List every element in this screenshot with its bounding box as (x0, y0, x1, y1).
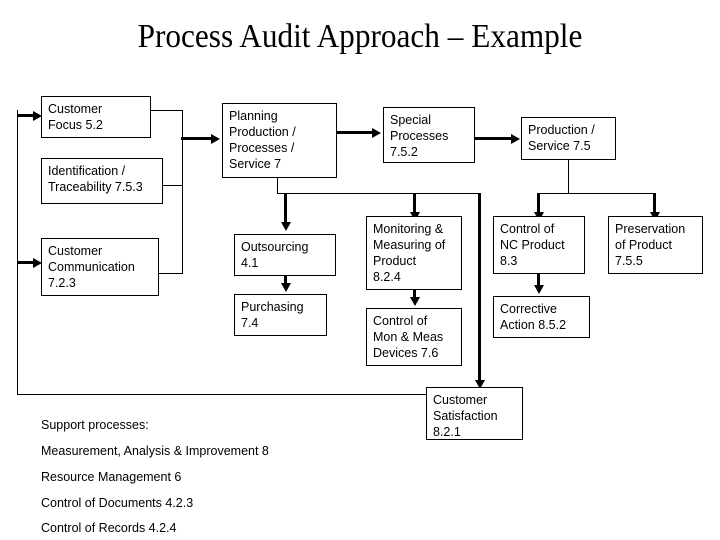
support-process-item-4: Control of Records 4.2.4 (41, 521, 177, 535)
arrow-planning-to-special-processes-line (337, 131, 373, 134)
box-identification-traceability[interactable]: Identification / Traceability 7.5.3 (41, 158, 163, 204)
box-outsourcing[interactable]: Outsourcing 4.1 (234, 234, 336, 276)
feedback-loop-vertical-line (17, 110, 18, 395)
arrow-to-outsourcing-line (284, 193, 287, 225)
box-customer-satisfaction[interactable]: Customer Satisfaction 8.2.1 (426, 387, 523, 440)
support-process-item-3: Control of Documents 4.2.3 (41, 496, 194, 510)
arrow-control-nc-to-corrective-head (534, 285, 544, 294)
slide-canvas: Process Audit Approach – Example Custome… (0, 0, 720, 540)
production-service-distribution-bar (537, 193, 654, 194)
arrow-left-column-to-planning-head (211, 134, 220, 144)
merge-line-from-customer-focus (151, 110, 183, 111)
support-process-item-2: Resource Management 6 (41, 470, 182, 484)
box-preservation-of-product[interactable]: Preservation of Product 7.5.5 (608, 216, 703, 274)
box-monitoring-measuring-product[interactable]: Monitoring & Measuring of Product 8.2.4 (366, 216, 462, 290)
arrow-monitoring-to-control-devices-head (410, 297, 420, 306)
arrow-planning-to-special-processes-head (372, 128, 381, 138)
merge-line-from-customer-communication (159, 273, 183, 274)
box-purchasing[interactable]: Purchasing 7.4 (234, 294, 327, 336)
arrow-left-column-to-planning-line (181, 137, 213, 140)
merge-vertical-line-left-column (182, 110, 183, 274)
arrow-outsourcing-to-purchasing-head (281, 283, 291, 292)
planning-bottom-stem (277, 178, 278, 194)
box-control-mon-meas-devices[interactable]: Control of Mon & Meas Devices 7.6 (366, 308, 462, 366)
page-title: Process Audit Approach – Example (137, 18, 583, 55)
planning-distribution-bar (277, 193, 479, 194)
arrow-to-customer-satisfaction-line (478, 193, 481, 384)
box-customer-focus[interactable]: Customer Focus 5.2 (41, 96, 151, 138)
arrow-special-processes-to-production-line (475, 137, 512, 140)
box-customer-communication[interactable]: Customer Communication 7.2.3 (41, 238, 159, 296)
box-production-service[interactable]: Production / Service 7.5 (521, 117, 616, 160)
box-planning-production-processes-service[interactable]: Planning Production / Processes / Servic… (222, 103, 337, 178)
box-special-processes[interactable]: Special Processes 7.5.2 (383, 107, 475, 163)
box-corrective-action[interactable]: Corrective Action 8.5.2 (493, 296, 590, 338)
support-process-item-1: Measurement, Analysis & Improvement 8 (41, 444, 269, 458)
feedback-loop-bottom-line (17, 394, 427, 395)
box-control-nc-product[interactable]: Control of NC Product 8.3 (493, 216, 585, 274)
production-service-bottom-stem (568, 160, 569, 193)
arrow-to-outsourcing-head (281, 222, 291, 231)
merge-line-from-identification (163, 185, 183, 186)
arrow-special-processes-to-production-head (511, 134, 520, 144)
support-processes-heading: Support processes: (41, 418, 149, 432)
